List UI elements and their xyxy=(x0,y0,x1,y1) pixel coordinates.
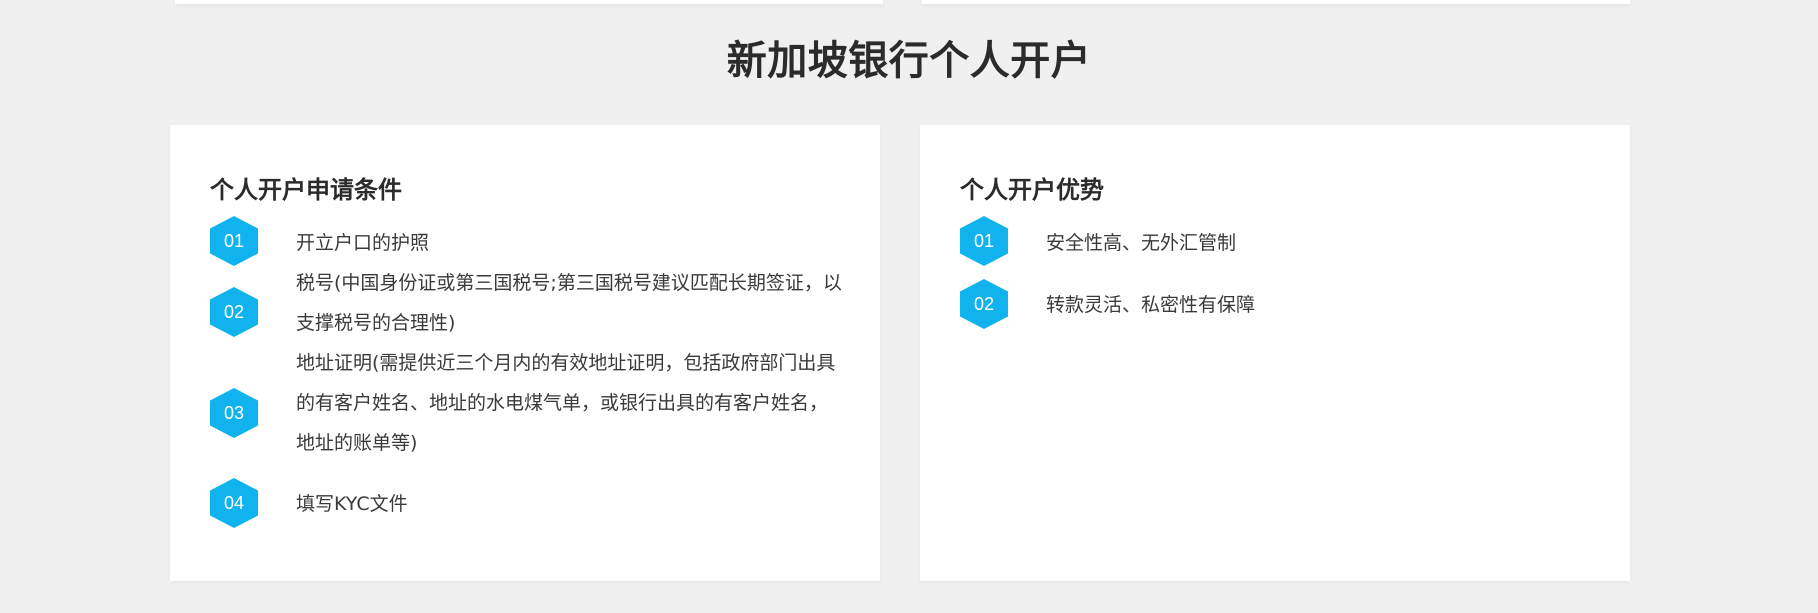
step-badge-icon: 04 xyxy=(210,478,258,528)
requirement-text: 开立户口的护照 xyxy=(296,232,430,254)
advantage-text: 安全性高、无外汇管制 xyxy=(1046,232,1237,254)
step-badge-icon: 03 xyxy=(210,388,258,438)
requirements-title: 个人开户申请条件 xyxy=(210,176,402,204)
requirement-text: 地址证明(需提供近三个月内的有效地址证明，包括政府部门出具的有客户姓名、地址的水… xyxy=(296,352,836,454)
advantage-text: 转款灵活、私密性有保障 xyxy=(1046,294,1256,316)
requirement-text: 税号(中国身份证或第三国税号;第三国税号建议匹配长期签证，以支撑税号的合理性) xyxy=(296,272,842,334)
requirements-card: 个人开户申请条件 01 开立户口的护照 02 税号(中国身份证或第三国税号;第三… xyxy=(170,125,880,581)
page-title: 新加坡银行个人开户 xyxy=(726,38,1092,84)
top-card-edge-left xyxy=(175,0,883,4)
top-card-edge-right xyxy=(922,0,1630,4)
step-badge-icon: 02 xyxy=(960,279,1008,329)
step-badge-icon: 02 xyxy=(210,287,258,337)
advantages-title: 个人开户优势 xyxy=(960,176,1104,204)
step-badge-icon: 01 xyxy=(210,216,258,266)
requirement-text: 填写KYC文件 xyxy=(296,493,408,515)
advantages-card: 个人开户优势 01 安全性高、无外汇管制 02 转款灵活、私密性有保障 xyxy=(920,125,1630,581)
step-badge-icon: 01 xyxy=(960,216,1008,266)
